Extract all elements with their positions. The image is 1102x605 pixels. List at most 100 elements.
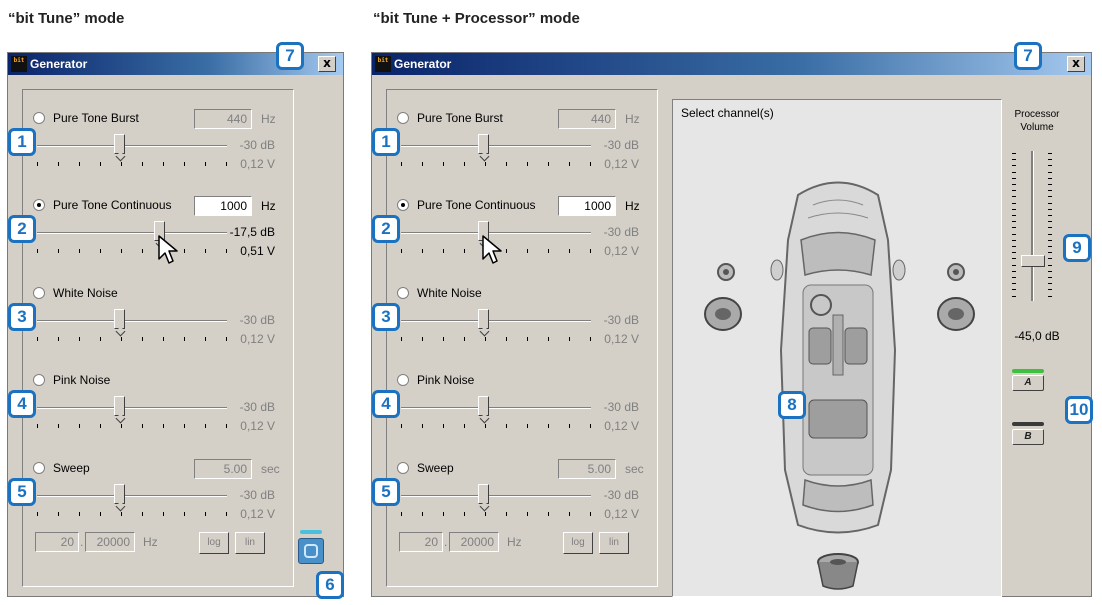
- level-slider-track[interactable]: [37, 145, 227, 147]
- signal-type-label[interactable]: Pure Tone Burst: [417, 111, 503, 125]
- badge-preset: 10: [1065, 396, 1093, 424]
- level-slider-thumb[interactable]: [478, 484, 489, 504]
- badge-row-3: 3: [8, 303, 36, 331]
- level-slider-thumb[interactable]: [478, 134, 489, 154]
- signal-type-radio[interactable]: [33, 374, 45, 386]
- signal-type-label[interactable]: Pure Tone Continuous: [417, 198, 536, 212]
- signal-parameter-input[interactable]: 440: [194, 109, 252, 129]
- slider-tick: [205, 424, 206, 428]
- generator-row: Pink Noise -30 dB 0,12 V: [23, 366, 293, 454]
- level-slider-track[interactable]: [37, 407, 227, 409]
- log-scale-button[interactable]: log: [199, 532, 229, 554]
- level-slider-thumb[interactable]: [114, 309, 125, 329]
- signal-type-label[interactable]: Pink Noise: [417, 373, 474, 387]
- volume-tick: [1048, 283, 1052, 285]
- slider-tick: [548, 337, 549, 341]
- slider-tick: [79, 249, 80, 253]
- level-slider-track[interactable]: [401, 145, 591, 147]
- badge-row-1: 1: [372, 128, 400, 156]
- signal-type-radio[interactable]: [397, 287, 409, 299]
- volume-tick: [1012, 190, 1016, 192]
- signal-type-radio[interactable]: [33, 462, 45, 474]
- level-slider-track[interactable]: [37, 232, 227, 234]
- slider-tick: [464, 424, 465, 428]
- sweep-from-input[interactable]: 20: [35, 532, 79, 552]
- signal-type-label[interactable]: Pure Tone Continuous: [53, 198, 172, 212]
- signal-type-label[interactable]: White Noise: [417, 286, 482, 300]
- sweep-from-input[interactable]: 20: [399, 532, 443, 552]
- slider-tick: [142, 424, 143, 428]
- processor-volume-slider[interactable]: [1008, 147, 1052, 307]
- level-volt-value: 0,12 V: [240, 332, 275, 346]
- slider-tick: [485, 162, 486, 166]
- preset-b-button[interactable]: B: [1012, 429, 1044, 445]
- volume-tick: [1048, 246, 1052, 247]
- level-db-value: -17,5 dB: [229, 225, 275, 239]
- level-slider-track[interactable]: [401, 495, 591, 497]
- level-slider-track[interactable]: [401, 320, 591, 322]
- generator-row: Sweep 5.00 sec -30 dB 0,12 V: [23, 454, 293, 542]
- level-slider-thumb[interactable]: [478, 396, 489, 416]
- level-db-value: -30 dB: [239, 488, 275, 502]
- channel-select-area[interactable]: Select channel(s): [672, 99, 1002, 597]
- signal-parameter-input[interactable]: 5.00: [558, 459, 616, 479]
- slider-tick: [401, 337, 402, 341]
- signal-type-label[interactable]: Sweep: [417, 461, 454, 475]
- level-slider-track[interactable]: [37, 495, 227, 497]
- volume-thumb[interactable]: [1021, 255, 1045, 267]
- slider-tick: [121, 512, 122, 516]
- level-slider-thumb[interactable]: [114, 484, 125, 504]
- log-scale-button[interactable]: log: [563, 532, 593, 554]
- range-separator: .: [444, 535, 448, 549]
- slider-tick: [79, 512, 80, 516]
- signal-parameter-input[interactable]: 440: [558, 109, 616, 129]
- signal-type-label[interactable]: Pure Tone Burst: [53, 111, 139, 125]
- slider-tick: [569, 162, 570, 166]
- volume-tick: [1048, 221, 1052, 223]
- signal-type-radio[interactable]: [33, 112, 45, 124]
- level-slider-thumb[interactable]: [114, 134, 125, 154]
- signal-type-radio[interactable]: [397, 374, 409, 386]
- slider-tick: [184, 337, 185, 341]
- level-slider-track[interactable]: [401, 407, 591, 409]
- volume-tick: [1048, 227, 1052, 229]
- level-slider-thumb[interactable]: [114, 396, 125, 416]
- signal-type-label[interactable]: White Noise: [53, 286, 118, 300]
- volume-tick: [1012, 184, 1016, 185]
- slider-tick: [527, 249, 528, 253]
- level-slider-thumb[interactable]: [478, 309, 489, 329]
- signal-type-radio[interactable]: [397, 462, 409, 474]
- lin-scale-button[interactable]: lin: [599, 532, 629, 554]
- slider-tick: [548, 249, 549, 253]
- lin-scale-button[interactable]: lin: [235, 532, 265, 554]
- signal-parameter-input[interactable]: 1000: [194, 196, 252, 216]
- volume-tick: [1012, 295, 1016, 297]
- preset-a-button[interactable]: A: [1012, 375, 1044, 391]
- signal-parameter-input[interactable]: 1000: [558, 196, 616, 216]
- signal-type-radio[interactable]: [397, 112, 409, 124]
- slider-tick: [422, 512, 423, 516]
- signal-type-radio[interactable]: [33, 287, 45, 299]
- close-button[interactable]: x: [1067, 56, 1085, 72]
- slider-tick: [401, 512, 402, 516]
- slider-tick: [506, 424, 507, 428]
- level-slider-track[interactable]: [401, 232, 591, 234]
- signal-type-radio[interactable]: [33, 199, 45, 211]
- power-button[interactable]: [298, 530, 324, 564]
- slider-tick: [79, 424, 80, 428]
- volume-track: [1031, 151, 1034, 301]
- sweep-to-input[interactable]: 20000: [85, 532, 135, 552]
- sweep-to-input[interactable]: 20000: [449, 532, 499, 552]
- level-volt-value: 0,12 V: [240, 157, 275, 171]
- signal-parameter-unit: Hz: [625, 112, 640, 126]
- signal-type-label[interactable]: Pink Noise: [53, 373, 110, 387]
- signal-parameter-input[interactable]: 5.00: [194, 459, 252, 479]
- close-button[interactable]: x: [318, 56, 336, 72]
- generator-row: Pure Tone Burst 440 Hz -30 dB 0,12 V: [23, 104, 293, 192]
- window-titlebar[interactable]: bit Generator x: [372, 53, 1091, 75]
- slider-tick: [58, 512, 59, 516]
- level-slider-track[interactable]: [37, 320, 227, 322]
- signal-type-radio[interactable]: [397, 199, 409, 211]
- signal-type-label[interactable]: Sweep: [53, 461, 90, 475]
- volume-tick: [1048, 196, 1052, 198]
